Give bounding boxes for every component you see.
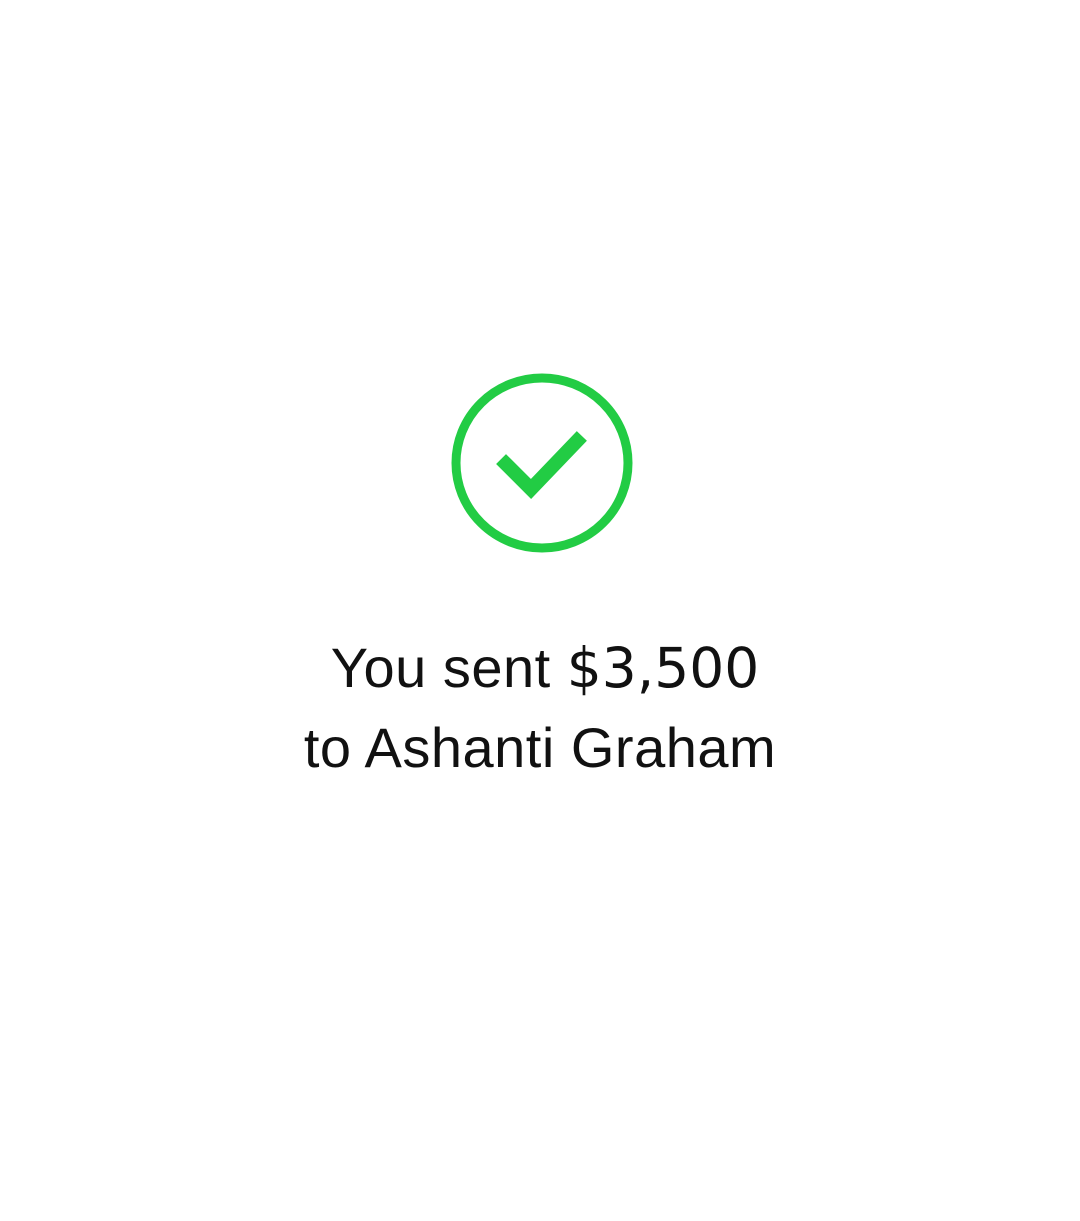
sent-amount: $3,500 (566, 636, 760, 700)
check-circle-icon (447, 369, 637, 559)
recipient-line: to Ashanti Graham (303, 716, 777, 779)
confirmation-message: You sent $3,500 to Ashanti Graham (0, 628, 1080, 787)
message-prefix: You sent (330, 636, 551, 699)
sent-amount-line: You sent $3,500 (0, 628, 1080, 708)
payment-confirmation-screen: You sent $3,500 to Ashanti Graham (0, 0, 1080, 1221)
